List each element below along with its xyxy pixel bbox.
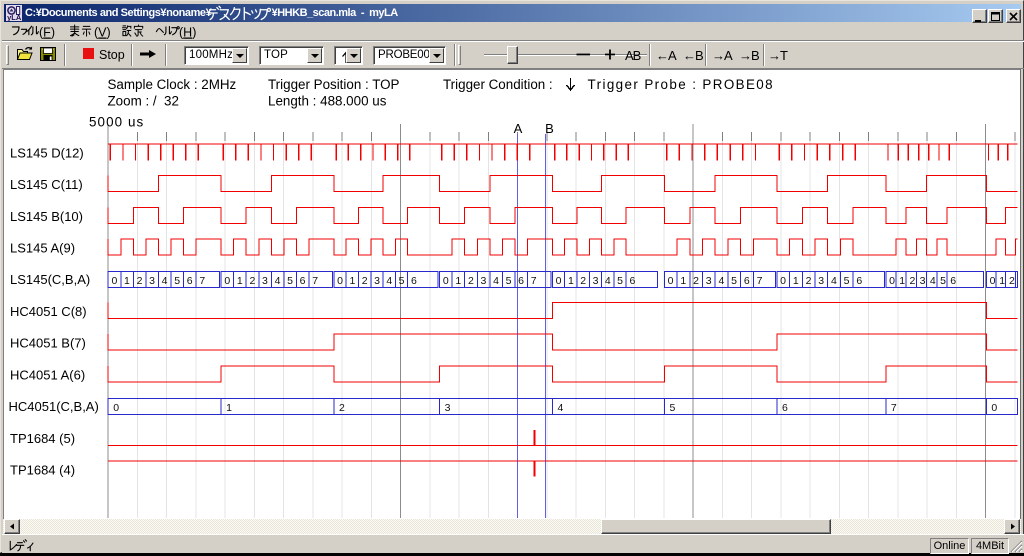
svg-text:(V): (V) [94,26,111,40]
svg-text:7: 7 [199,275,205,287]
svg-text:0: 0 [556,275,562,287]
svg-text:Zoom : / 32: Zoom : / 32 [108,94,179,109]
svg-text:3: 3 [593,275,599,287]
svg-text:1: 1 [568,275,574,287]
svg-text:2: 2 [1009,275,1015,287]
svg-text:2: 2 [693,275,699,287]
svg-text:5: 5 [844,275,850,287]
svg-text:3: 3 [149,275,155,287]
svg-text:3: 3 [706,275,712,287]
svg-text:1: 1 [899,275,905,287]
svg-text:0: 0 [668,275,674,287]
svg-text:5: 5 [617,275,623,287]
svg-text:5: 5 [669,402,675,414]
svg-text:4: 4 [557,402,563,414]
svg-text:2: 2 [362,275,368,287]
svg-text:5: 5 [506,275,512,287]
svg-text:Length : 488.000 us: Length : 488.000 us [268,94,387,109]
svg-text:1: 1 [680,275,686,287]
svg-text:0: 0 [889,275,895,287]
svg-text:2: 2 [806,275,812,287]
svg-text:7: 7 [312,275,318,287]
svg-text:2: 2 [249,275,255,287]
svg-text:3: 3 [818,275,824,287]
svg-text:4: 4 [493,275,499,287]
svg-text:3: 3 [374,275,380,287]
svg-text:Sample Clock : 2MHz: Sample Clock : 2MHz [108,77,237,92]
svg-text:2: 2 [468,275,474,287]
svg-text:0: 0 [111,275,117,287]
svg-text:2: 2 [909,275,915,287]
svg-text:1: 1 [124,275,130,287]
svg-text:Trigger Position : TOP: Trigger Position : TOP [268,77,400,92]
svg-text:B: B [545,121,554,136]
svg-text:Trigger Condition :: Trigger Condition : [443,77,553,92]
svg-text:1: 1 [455,275,461,287]
svg-text:2: 2 [580,275,586,287]
svg-text:3: 3 [481,275,487,287]
svg-text:1: 1 [349,275,355,287]
svg-text:HC4051(C,B,A): HC4051(C,B,A) [9,399,99,414]
svg-text:4: 4 [605,275,611,287]
svg-text:2: 2 [137,275,143,287]
svg-text:LS145 C(11): LS145 C(11) [10,177,83,192]
svg-text:(H): (H) [179,26,196,40]
svg-text:HC4051 A(6): HC4051 A(6) [10,367,85,382]
svg-text:3: 3 [920,275,926,287]
svg-text:4: 4 [831,275,837,287]
svg-text:A: A [514,121,523,136]
svg-text:TP1684 (4): TP1684 (4) [10,463,75,478]
svg-text:5: 5 [399,275,405,287]
svg-text:1: 1 [226,402,232,414]
svg-text:0: 0 [337,275,343,287]
svg-text:4: 4 [930,275,936,287]
svg-text:Trigger Probe : PROBE08: Trigger Probe : PROBE08 [588,77,775,92]
svg-text:6: 6 [411,275,417,287]
svg-text:6: 6 [782,402,788,414]
svg-text:6: 6 [187,275,193,287]
svg-text:(F): (F) [39,26,55,40]
svg-text:7: 7 [531,275,537,287]
svg-text:4: 4 [718,275,724,287]
svg-text:5: 5 [174,275,180,287]
svg-text:7: 7 [891,402,897,414]
svg-text:1: 1 [237,275,243,287]
svg-text:3: 3 [262,275,268,287]
svg-text:5: 5 [287,275,293,287]
svg-text:0: 0 [443,275,449,287]
svg-text:6: 6 [300,275,306,287]
svg-text:6: 6 [518,275,524,287]
svg-text:4: 4 [386,275,392,287]
svg-text:0: 0 [990,275,996,287]
svg-text:5000 us: 5000 us [89,115,144,130]
svg-text:3: 3 [445,402,451,414]
svg-text:6: 6 [856,275,862,287]
svg-text:LS145(C,B,A): LS145(C,B,A) [10,272,90,287]
svg-text:LS145 D(12): LS145 D(12) [10,146,84,161]
svg-text:0: 0 [224,275,230,287]
svg-text:0: 0 [113,402,119,414]
svg-text:LS145 A(9): LS145 A(9) [10,241,75,256]
svg-text:4: 4 [162,275,168,287]
svg-text:HC4051 B(7): HC4051 B(7) [10,336,86,351]
svg-text:6: 6 [950,275,956,287]
svg-text:5: 5 [731,275,737,287]
svg-text:0: 0 [780,275,786,287]
svg-text:TP1684 (5): TP1684 (5) [10,431,75,446]
svg-text:HC4051 C(8): HC4051 C(8) [10,304,87,319]
svg-text:5: 5 [940,275,946,287]
svg-text:6: 6 [744,275,750,287]
svg-text:4: 4 [275,275,281,287]
svg-text:1: 1 [793,275,799,287]
svg-text:7: 7 [757,275,763,287]
svg-text:1: 1 [999,275,1005,287]
svg-text:2: 2 [339,402,345,414]
svg-text:LS145 B(10): LS145 B(10) [10,209,83,224]
svg-text:0: 0 [991,402,997,414]
svg-text:6: 6 [629,275,635,287]
